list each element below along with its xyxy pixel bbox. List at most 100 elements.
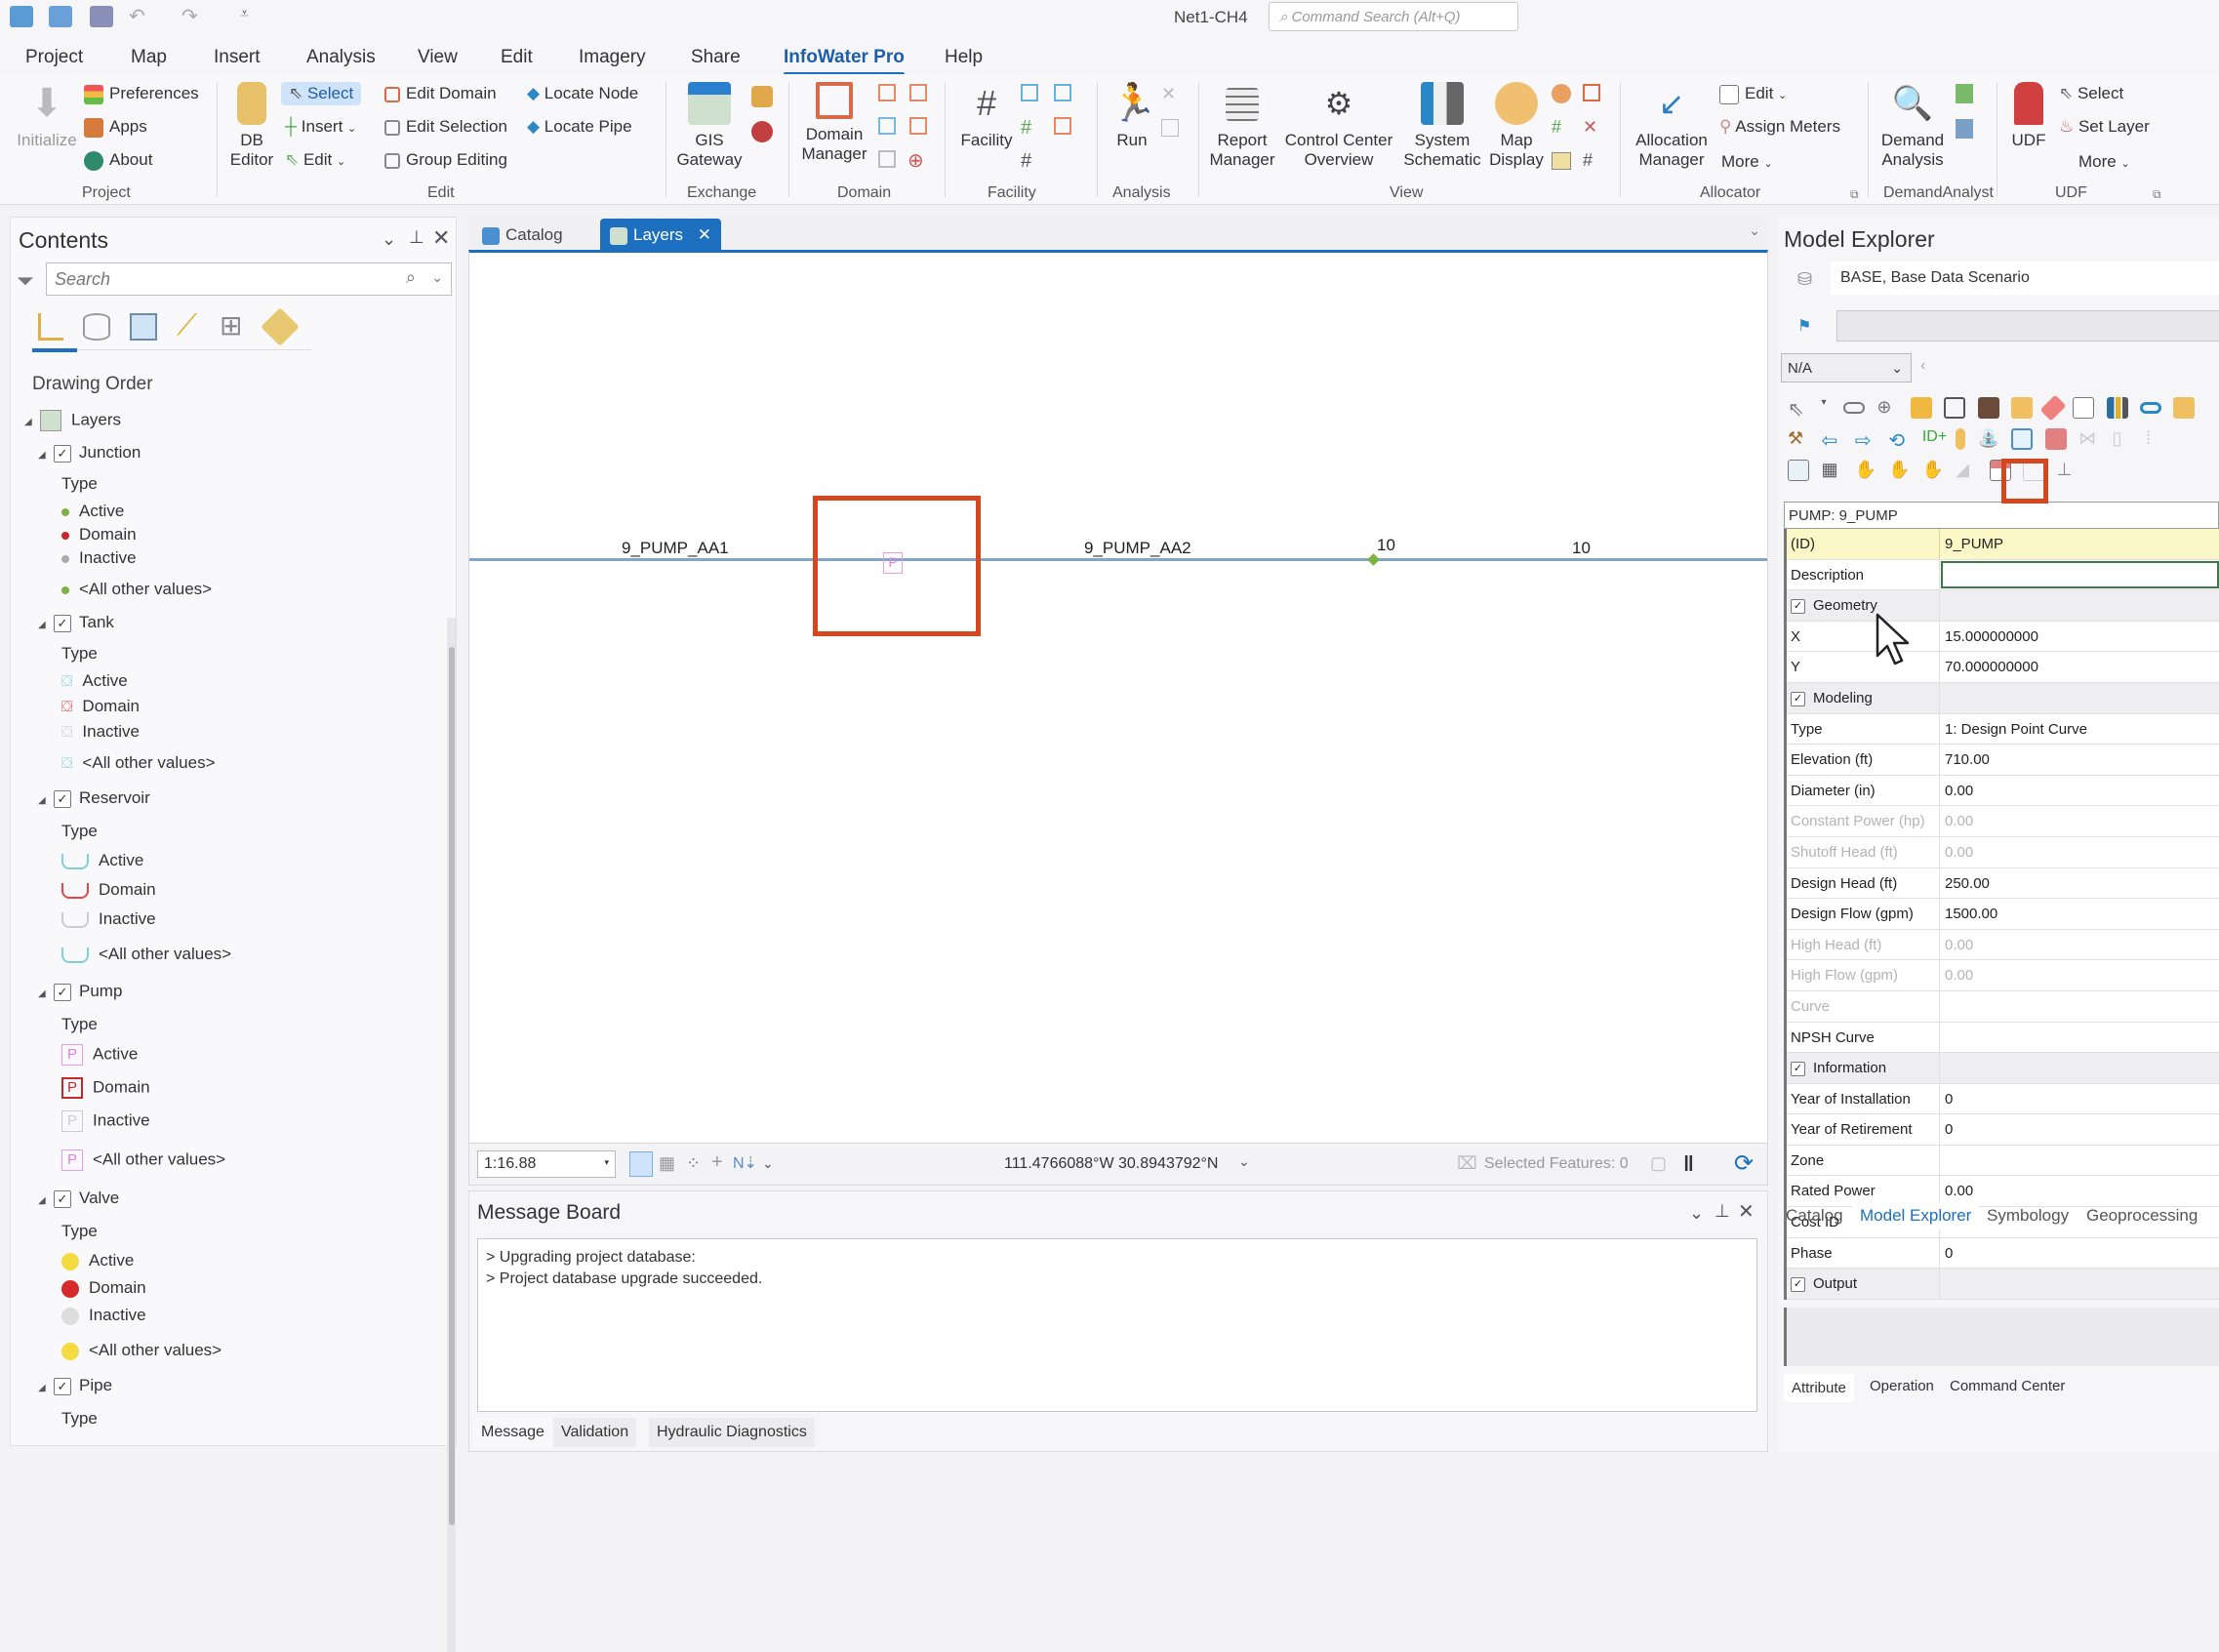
domain-clear-icon[interactable] xyxy=(878,150,896,168)
property-value[interactable]: 250.00 xyxy=(1945,875,1990,892)
layer-pipe[interactable]: ◢ ✓ Pipe xyxy=(38,1376,112,1395)
collapse-icon[interactable]: ‹ xyxy=(1920,357,1925,375)
property-row[interactable]: Phase 0 xyxy=(1787,1237,2219,1269)
map-display-button[interactable]: Map Display xyxy=(1485,82,1548,170)
save-icon[interactable] xyxy=(1977,397,1999,419)
scenario-field[interactable]: BASE, Base Data Scenario xyxy=(1831,262,2219,295)
tab-hydraulic-diagnostics[interactable]: Hydraulic Diagnostics xyxy=(649,1418,815,1447)
chevron-down-icon[interactable]: ⌄ xyxy=(382,229,396,250)
link-icon[interactable] xyxy=(1842,402,1865,414)
back-arrow-icon[interactable]: ⇦ xyxy=(1821,428,1842,452)
property-row[interactable]: NPSH Curve xyxy=(1787,1022,2219,1054)
eraser-icon[interactable] xyxy=(2039,394,2067,422)
menu-insert[interactable]: Insert xyxy=(214,47,261,68)
add-id-icon[interactable]: ID+ xyxy=(1922,428,1947,450)
add-hand-icon[interactable]: ✋ xyxy=(1855,460,1876,481)
split-icon[interactable]: ⋈ xyxy=(2078,428,2100,450)
dock-tab-catalog[interactable]: Catalog xyxy=(1778,1202,1851,1229)
set-layer-button[interactable]: ♨ Set Layer xyxy=(2059,117,2150,137)
property-row[interactable]: Design Flow (gpm) 1500.00 xyxy=(1787,899,2219,930)
report-icon[interactable] xyxy=(2073,397,2095,419)
edit-selection-button[interactable]: Edit Selection xyxy=(384,117,507,137)
map-view[interactable]: 9_PUMP_AA1 9_PUMP_AA2 10 10 P xyxy=(468,250,1768,1143)
save-as-icon[interactable] xyxy=(1944,397,1966,419)
open-folder-icon[interactable] xyxy=(1910,397,1932,419)
pipe-hand-icon[interactable]: ✋ xyxy=(1888,460,1910,481)
north-arrow-icon[interactable]: N⇣ xyxy=(733,1153,757,1173)
property-row[interactable]: Elevation (ft) 710.00 xyxy=(1787,745,2219,776)
view-refresh-icon[interactable] xyxy=(1552,84,1571,103)
locate-pipe-button[interactable]: ◆ Locate Pipe xyxy=(527,117,632,137)
snapping-icon[interactable]: ⁘ xyxy=(686,1153,701,1174)
tree-node-layers[interactable]: ◢ Layers xyxy=(24,410,121,431)
pin-icon[interactable]: ⊥ xyxy=(409,227,424,248)
property-value[interactable]: 15.000000000 xyxy=(1945,628,2038,645)
cylinder-icon[interactable]: ▯ xyxy=(2113,428,2134,450)
view-options-icon[interactable] xyxy=(1788,460,1809,481)
domain-manager-button[interactable]: Domain Manager xyxy=(798,82,870,164)
property-row[interactable]: Description xyxy=(1787,559,2219,591)
grid-icon[interactable]: ▦ xyxy=(659,1153,675,1174)
chevron-down-icon[interactable]: ⌄ xyxy=(762,1155,774,1172)
layer-visibility-checkbox[interactable]: ✓ xyxy=(54,1189,71,1208)
domain-transfer-icon[interactable] xyxy=(878,117,896,135)
pause-icon[interactable]: ‖ xyxy=(1683,1151,1694,1177)
property-category[interactable]: ✓ Output xyxy=(1787,1269,2219,1300)
tab-validation[interactable]: Validation xyxy=(553,1418,637,1447)
demand-import-icon[interactable] xyxy=(1956,84,1973,103)
layer-reservoir[interactable]: ◢ ✓ Reservoir xyxy=(38,788,150,808)
dock-tab-model-explorer[interactable]: Model Explorer xyxy=(1852,1202,1980,1229)
property-value[interactable]: 0.00 xyxy=(1945,783,1973,799)
pipe-line[interactable] xyxy=(469,558,1767,561)
run-settings-icon[interactable] xyxy=(1161,119,1179,137)
tab-catalog[interactable]: Catalog xyxy=(472,219,573,250)
edit-domain-button[interactable]: Edit Domain xyxy=(384,84,497,103)
property-value[interactable]: 9_PUMP xyxy=(1945,536,2003,552)
faucet-icon[interactable]: ⛲ xyxy=(1978,428,1999,450)
view-frame-icon[interactable] xyxy=(1583,84,1600,101)
dialog-launcher-icon[interactable]: ⧉ xyxy=(1850,187,1859,202)
property-row[interactable]: Curve xyxy=(1787,990,2219,1023)
layer-visibility-checkbox[interactable]: ✓ xyxy=(54,983,71,1001)
eraser-disabled-icon[interactable]: ◢ xyxy=(1956,460,1977,481)
layer-tank[interactable]: ◢ ✓ Tank xyxy=(38,613,114,632)
save-project-icon[interactable] xyxy=(90,6,113,27)
property-value[interactable]: 710.00 xyxy=(1945,751,1990,768)
property-row[interactable]: High Head (ft) 0.00 xyxy=(1787,929,2219,961)
filter-icon[interactable]: ▢ xyxy=(1650,1153,1667,1174)
layer-visibility-checkbox[interactable]: ✓ xyxy=(54,614,71,632)
list-by-source-icon[interactable] xyxy=(83,313,110,341)
report-manager-button[interactable]: Report Manager xyxy=(1206,82,1278,170)
menu-infowater-pro[interactable]: InfoWater Pro xyxy=(784,47,905,76)
tab-command-center[interactable]: Command Center xyxy=(1942,1372,2073,1400)
scrollbar-thumb[interactable] xyxy=(449,647,455,1525)
edit-button[interactable]: ⇖ Edit ⌄ xyxy=(285,150,345,170)
view-grid-icon[interactable]: # xyxy=(1583,150,1593,171)
demand-analysis-button[interactable]: 🔍 Demand Analysis xyxy=(1876,82,1950,170)
chevron-down-icon[interactable]: ⌄ xyxy=(1689,1203,1704,1224)
facility-grid-icon[interactable]: # xyxy=(1021,150,1031,173)
select-pointer-icon[interactable]: ⇖ xyxy=(1788,397,1809,421)
folder-photo-icon[interactable] xyxy=(2173,397,2196,419)
stop-run-icon[interactable]: ✕ xyxy=(1161,84,1176,104)
property-category[interactable]: ✓ Information xyxy=(1787,1053,2219,1084)
category-checkbox[interactable]: ✓ xyxy=(1791,1061,1805,1076)
property-row[interactable]: High Flow (gpm) 0.00 xyxy=(1787,960,2219,991)
facility-add-icon[interactable] xyxy=(1021,84,1038,101)
property-row[interactable]: Shutoff Head (ft) 0.00 xyxy=(1787,836,2219,868)
dialog-launcher-icon[interactable]: ⧉ xyxy=(2153,187,2161,202)
property-value[interactable]: 0 xyxy=(1945,1121,1953,1138)
simulation-field[interactable] xyxy=(1836,310,2219,342)
property-row[interactable]: Design Head (ft) 250.00 xyxy=(1787,867,2219,900)
history-icon[interactable]: ⟲ xyxy=(1888,428,1910,452)
dock-tab-geoprocessing[interactable]: Geoprocessing xyxy=(2078,1202,2205,1229)
exchange-sync-icon[interactable] xyxy=(751,86,773,107)
property-value[interactable]: 1: Design Point Curve xyxy=(1945,721,2087,738)
new-project-icon[interactable] xyxy=(10,6,33,27)
tab-message[interactable]: Message xyxy=(473,1418,552,1447)
search-icon[interactable]: ⌕ xyxy=(406,267,416,288)
menu-share[interactable]: Share xyxy=(691,47,741,68)
gauge-icon[interactable]: ⊥ xyxy=(2057,460,2078,481)
close-icon[interactable]: ✕ xyxy=(1738,1199,1755,1224)
category-checkbox[interactable]: ✓ xyxy=(1791,691,1805,706)
